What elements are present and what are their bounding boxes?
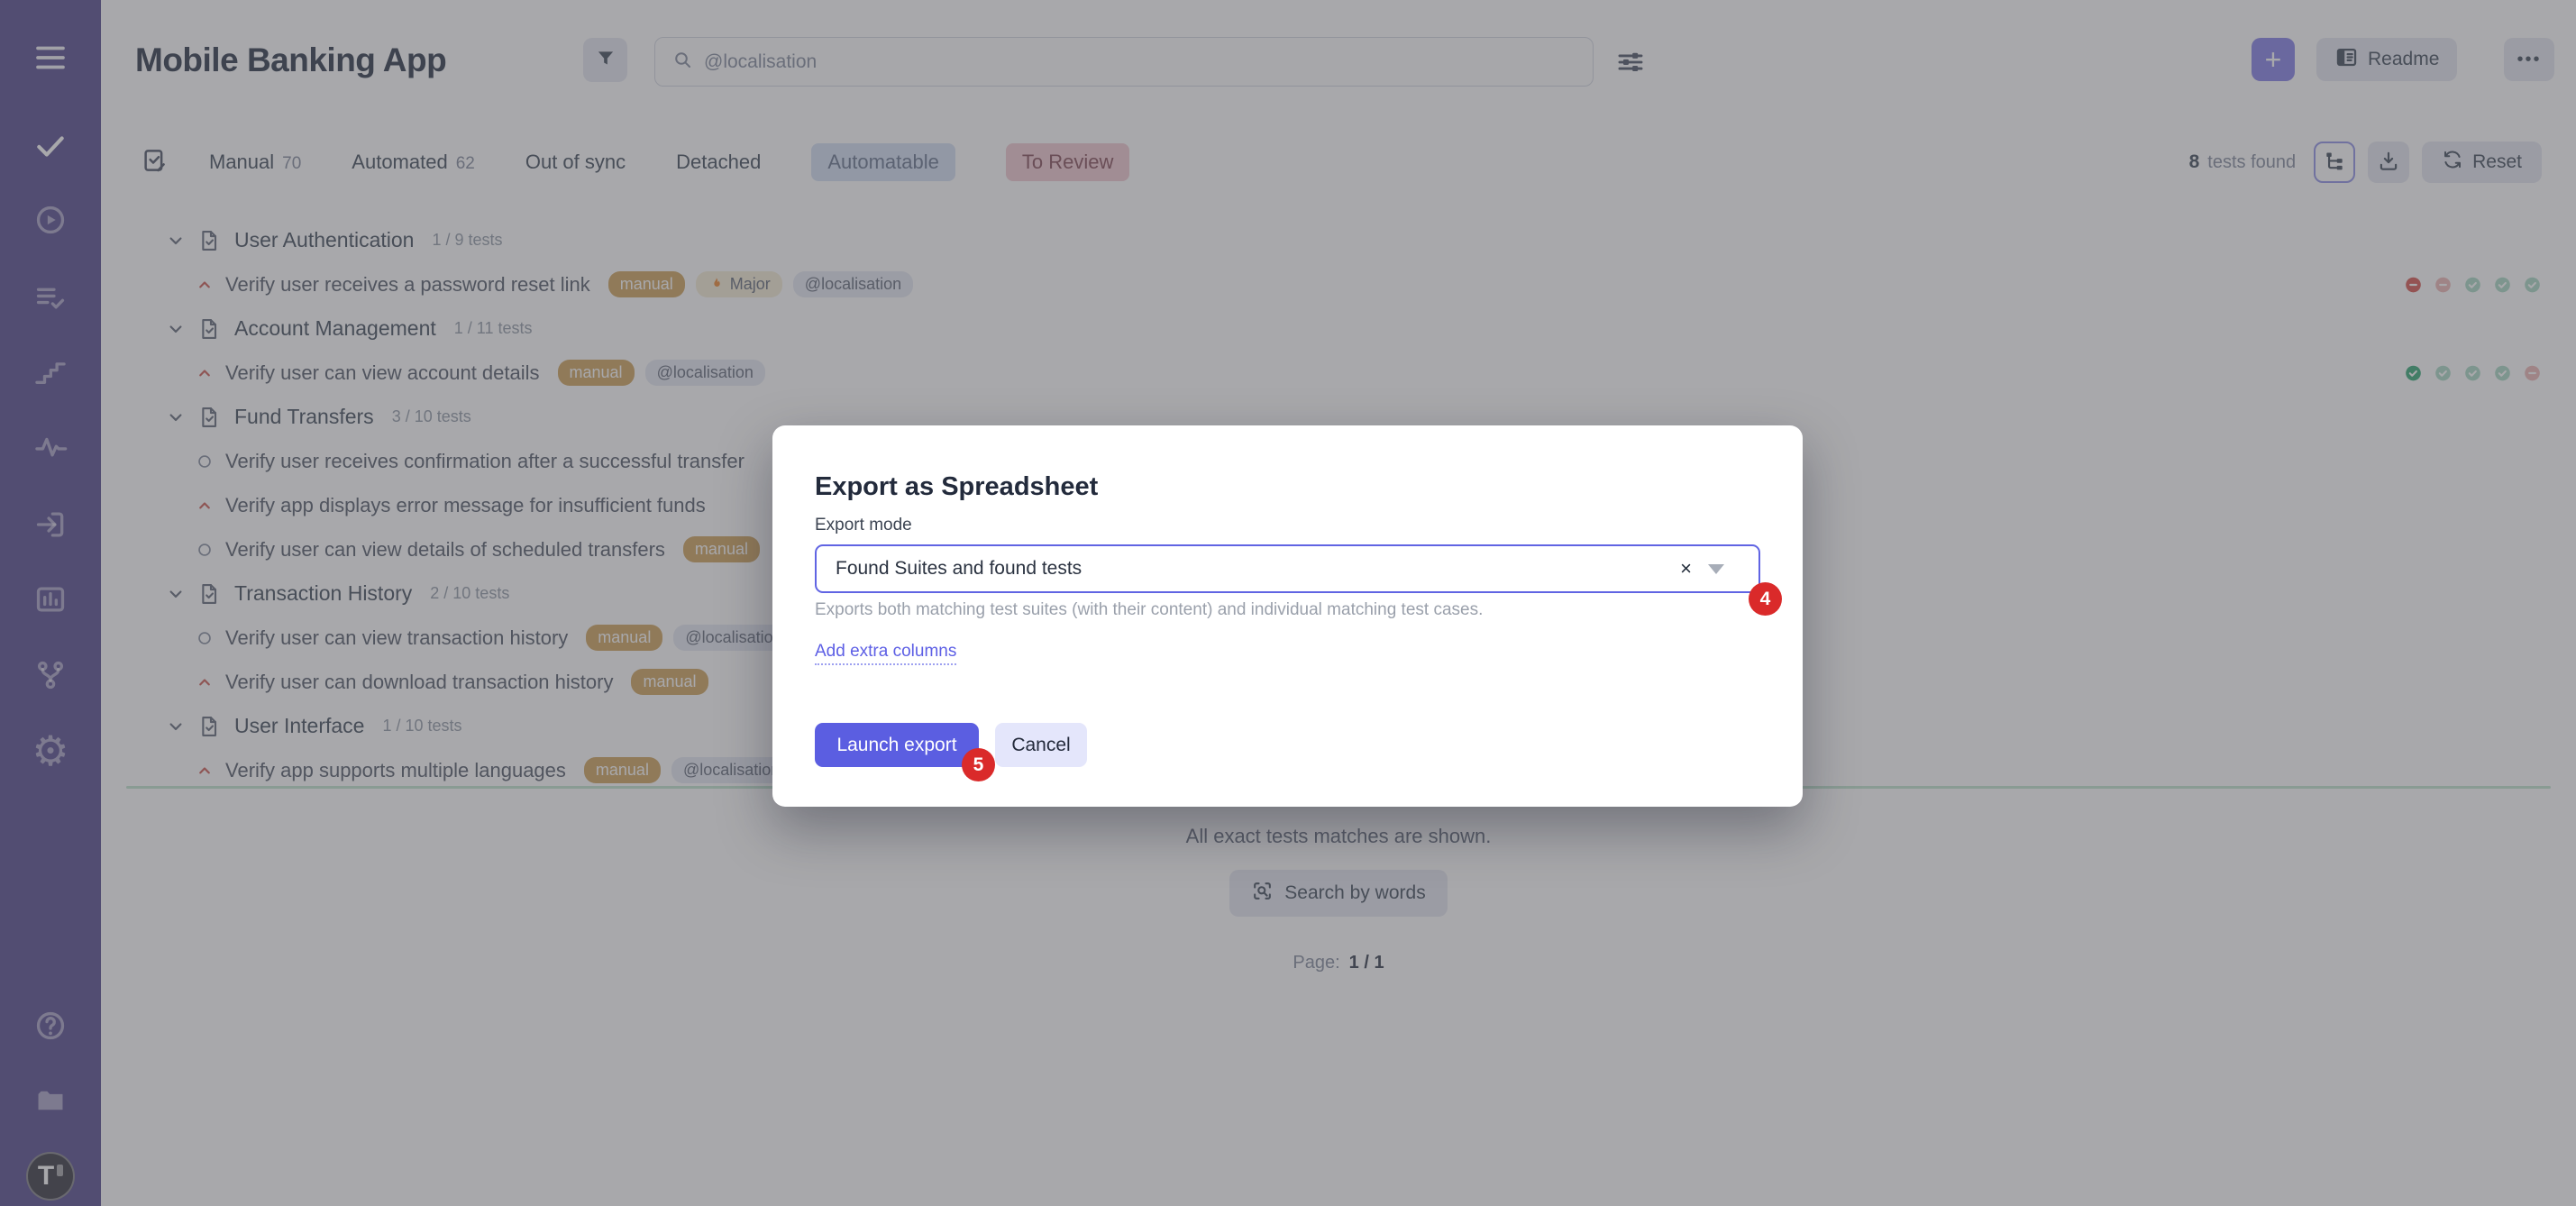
modal-title: Export as Spreadsheet — [815, 472, 1098, 502]
cancel-button[interactable]: Cancel — [995, 723, 1087, 767]
step-badge-4: 4 — [1749, 582, 1782, 616]
export-mode-select[interactable]: Found Suites and found tests × — [815, 544, 1760, 593]
export-modal: Export as Spreadsheet Export mode Found … — [772, 425, 1803, 807]
export-mode-value: Found Suites and found tests — [836, 558, 1082, 580]
launch-export-button[interactable]: Launch export — [815, 723, 979, 767]
app-root: ⚙T Mobile Banking App + Readme ••• Manua… — [0, 0, 2576, 1206]
clear-selection-icon[interactable]: × — [1680, 557, 1692, 580]
chevron-down-icon[interactable] — [1708, 564, 1724, 574]
step-badge-5: 5 — [962, 748, 995, 781]
export-mode-help: Exports both matching test suites (with … — [815, 600, 1483, 620]
add-extra-columns-link[interactable]: Add extra columns — [815, 642, 956, 665]
export-mode-label: Export mode — [815, 516, 912, 535]
